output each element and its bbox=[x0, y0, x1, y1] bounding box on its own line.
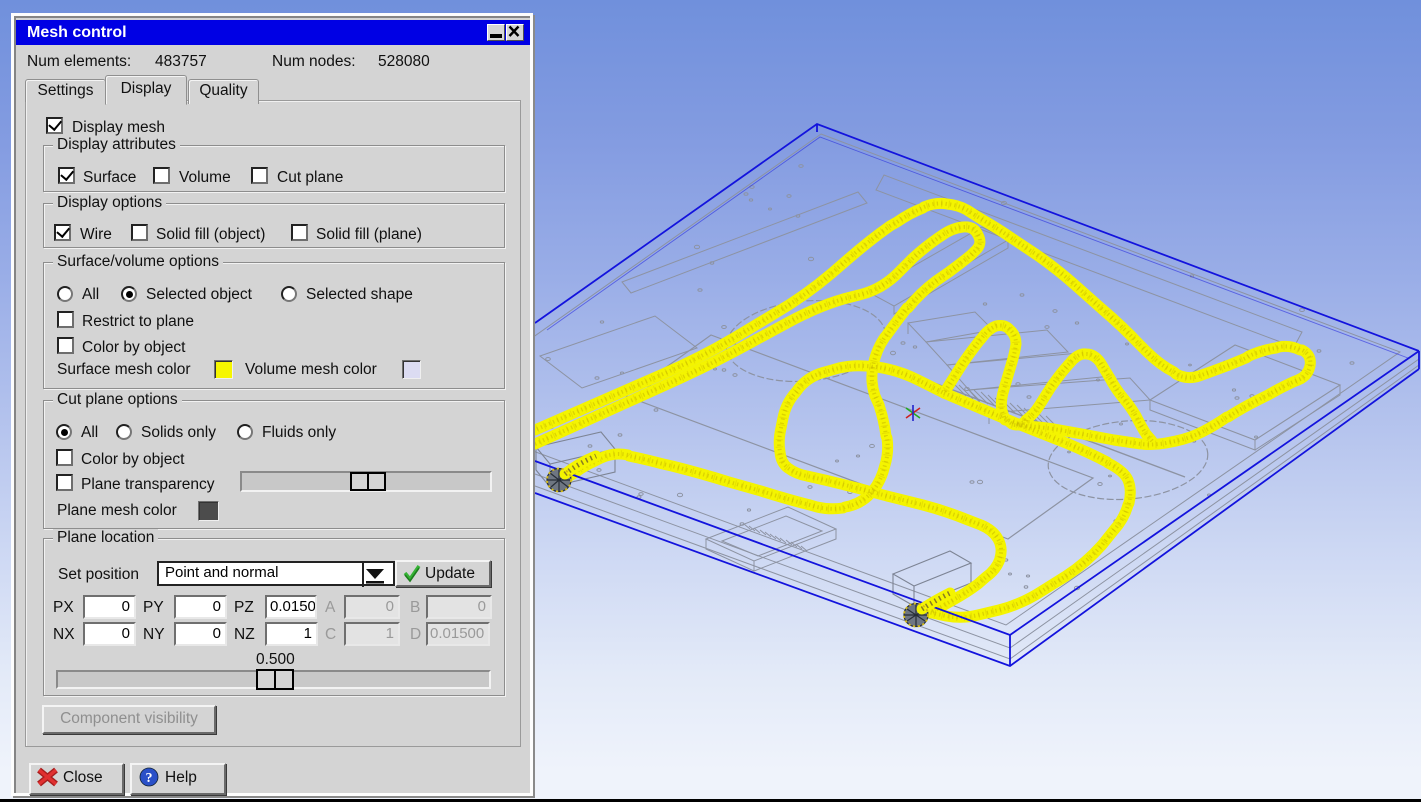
svg-text:?: ? bbox=[146, 771, 153, 786]
